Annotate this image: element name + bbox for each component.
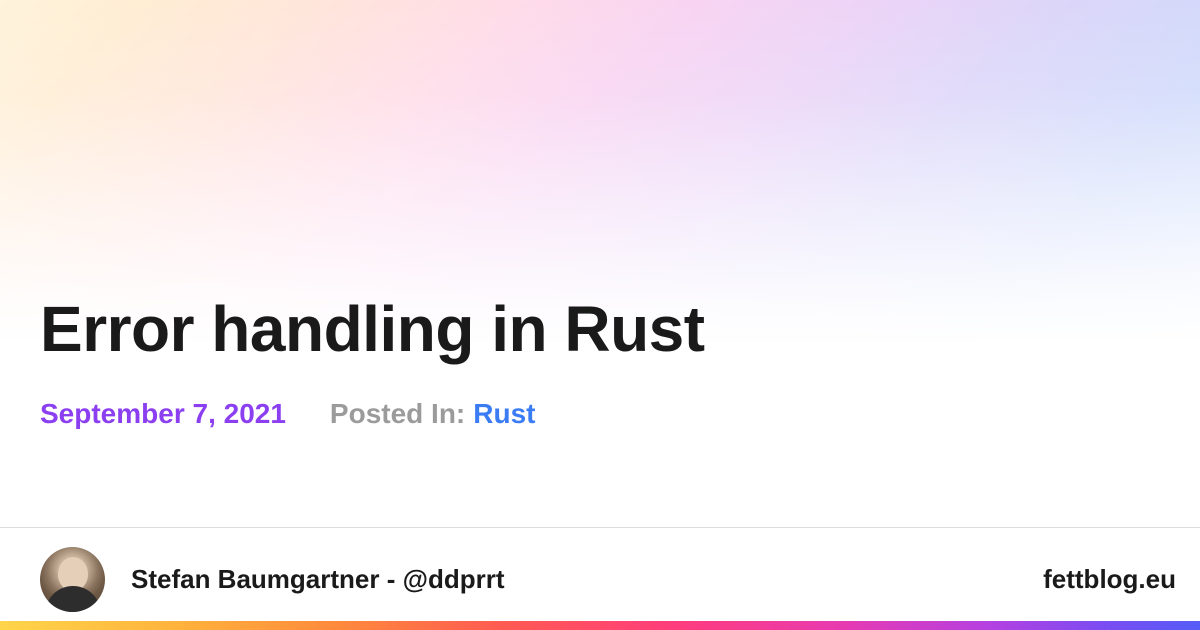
article-header: Error handling in Rust September 7, 2021…: [40, 294, 1160, 430]
article-date: September 7, 2021: [40, 398, 286, 430]
author-group: Stefan Baumgartner - @ddprrt: [40, 547, 505, 612]
site-name[interactable]: fettblog.eu: [1043, 564, 1176, 595]
author-avatar: [40, 547, 105, 612]
rainbow-accent-bar: [0, 621, 1200, 630]
posted-in-group: Posted In: Rust: [330, 398, 536, 430]
footer: Stefan Baumgartner - @ddprrt fettblog.eu: [0, 527, 1200, 630]
posted-in-label: Posted In:: [330, 398, 465, 430]
article-meta: September 7, 2021 Posted In: Rust: [40, 398, 1160, 430]
author-name: Stefan Baumgartner - @ddprrt: [131, 564, 505, 595]
category-link[interactable]: Rust: [473, 398, 535, 430]
article-title: Error handling in Rust: [40, 294, 1160, 364]
